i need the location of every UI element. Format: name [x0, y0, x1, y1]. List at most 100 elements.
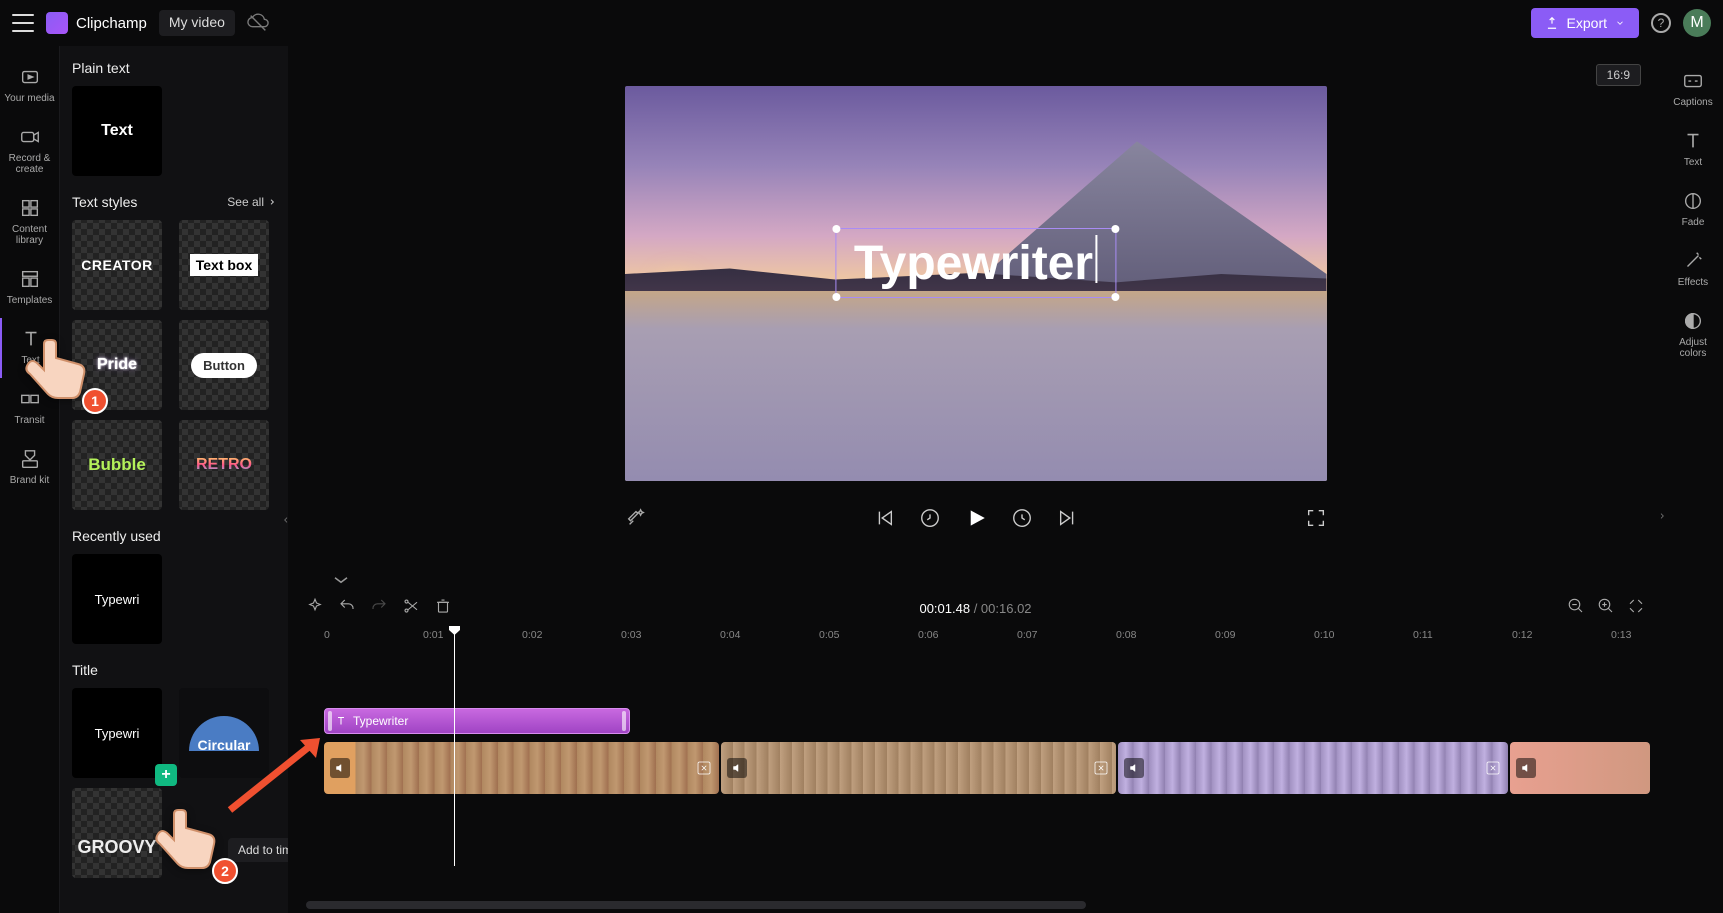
- style-pride-thumb[interactable]: Pride: [72, 320, 162, 410]
- clip-end-icon: [695, 759, 713, 777]
- collapse-preview-icon[interactable]: [332, 572, 350, 590]
- playhead-icon[interactable]: [454, 626, 455, 866]
- plain-text-heading: Plain text: [72, 60, 276, 76]
- zoom-out-icon[interactable]: [1567, 597, 1585, 620]
- audio-icon[interactable]: [727, 758, 747, 778]
- style-button-thumb[interactable]: Button: [179, 320, 269, 410]
- timeline-ruler[interactable]: 00:010:020:030:040:050:060:070:080:090:1…: [324, 626, 1663, 648]
- text-clip[interactable]: Typewriter: [324, 708, 630, 734]
- clip-handle-icon[interactable]: [328, 711, 332, 731]
- rail-adjust-colors[interactable]: Adjust colors: [1663, 300, 1723, 371]
- see-all-link[interactable]: See all: [227, 195, 276, 209]
- skip-forward-icon[interactable]: [1057, 507, 1079, 534]
- title-heading: Title: [72, 662, 276, 678]
- clip-handle-icon[interactable]: [622, 711, 626, 731]
- style-bubble-thumb[interactable]: Bubble: [72, 420, 162, 510]
- center-column: 16:9 Typewriter: [288, 46, 1663, 913]
- app-header: Clipchamp My video Export ? M: [0, 0, 1723, 46]
- help-icon[interactable]: ?: [1651, 13, 1671, 33]
- video-clip[interactable]: [1118, 742, 1508, 794]
- title-groovy-thumb[interactable]: GROOVY: [72, 788, 162, 878]
- style-textbox-thumb[interactable]: Text box: [179, 220, 269, 310]
- ruler-tick: 0:09: [1215, 629, 1235, 641]
- auto-enhance-icon[interactable]: [306, 597, 324, 620]
- zoom-in-icon[interactable]: [1597, 597, 1615, 620]
- forward-icon[interactable]: [1011, 507, 1033, 534]
- fullscreen-icon[interactable]: [1305, 507, 1327, 534]
- audio-icon[interactable]: [1516, 758, 1536, 778]
- text-styles-heading: Text styles: [72, 194, 137, 210]
- collapse-panel-left-icon[interactable]: [279, 506, 288, 534]
- brand-name: Clipchamp: [76, 15, 147, 32]
- add-to-timeline-icon[interactable]: +: [155, 764, 177, 786]
- rail-fade[interactable]: Fade: [1663, 180, 1723, 240]
- zoom-fit-icon[interactable]: [1627, 597, 1645, 620]
- rail-effects[interactable]: Effects: [1663, 240, 1723, 300]
- left-rail: Your media Record & create Content libra…: [0, 46, 60, 913]
- video-clip[interactable]: [324, 742, 719, 794]
- timeline-timestamp: 00:01.48 / 00:16.02: [919, 601, 1031, 616]
- text-selection-box[interactable]: Typewriter: [835, 228, 1116, 298]
- sync-off-icon[interactable]: [247, 12, 269, 34]
- timeline[interactable]: 00:010:020:030:040:050:060:070:080:090:1…: [288, 626, 1663, 913]
- ruler-tick: 0:10: [1314, 629, 1334, 641]
- ruler-tick: 0:02: [522, 629, 542, 641]
- plain-text-thumb[interactable]: Text: [72, 86, 162, 176]
- export-button[interactable]: Export: [1531, 8, 1639, 38]
- ruler-tick: 0:06: [918, 629, 938, 641]
- ruler-tick: 0:05: [819, 629, 839, 641]
- audio-icon[interactable]: [1124, 758, 1144, 778]
- overlay-text: Typewriter: [854, 237, 1093, 290]
- undo-icon[interactable]: [338, 597, 356, 620]
- ruler-tick: 0:12: [1512, 629, 1532, 641]
- ruler-tick: 0:08: [1116, 629, 1136, 641]
- rail-record-create[interactable]: Record & create: [0, 116, 59, 187]
- clipchamp-logo-icon: [46, 12, 68, 34]
- brand-block[interactable]: Clipchamp: [46, 12, 147, 34]
- timeline-toolbar: 00:01.48 / 00:16.02: [288, 590, 1663, 626]
- rail-content-library[interactable]: Content library: [0, 187, 59, 258]
- clip-end-icon: [1092, 759, 1110, 777]
- rail-text[interactable]: Text: [0, 318, 59, 378]
- recently-used-heading: Recently used: [72, 528, 276, 544]
- video-clip[interactable]: [721, 742, 1116, 794]
- ruler-tick: 0:11: [1413, 629, 1433, 641]
- rail-text-props[interactable]: Text: [1663, 120, 1723, 180]
- split-icon[interactable]: [402, 597, 420, 620]
- collapse-panel-right-icon[interactable]: [1655, 502, 1669, 530]
- magic-edit-icon[interactable]: [625, 507, 647, 534]
- annotation-arrow: [220, 730, 340, 825]
- project-name-input[interactable]: My video: [159, 10, 235, 36]
- right-rail: Captions Text Fade Effects Adjust colors: [1663, 46, 1723, 913]
- style-retro-thumb[interactable]: RETRO: [179, 420, 269, 510]
- video-canvas[interactable]: Typewriter: [625, 86, 1327, 481]
- style-creator-thumb[interactable]: CREATOR: [72, 220, 162, 310]
- rail-your-media[interactable]: Your media: [0, 56, 59, 116]
- play-button-icon[interactable]: [965, 507, 987, 534]
- ruler-tick: 0: [324, 629, 330, 641]
- video-track: [324, 742, 1663, 794]
- rail-captions[interactable]: Captions: [1663, 60, 1723, 120]
- user-avatar[interactable]: M: [1683, 9, 1711, 37]
- hamburger-menu-icon[interactable]: [12, 14, 34, 32]
- ruler-tick: 0:07: [1017, 629, 1037, 641]
- rail-templates[interactable]: Templates: [0, 258, 59, 318]
- ruler-tick: 0:03: [621, 629, 641, 641]
- ruler-tick: 0:13: [1611, 629, 1631, 641]
- skip-back-icon[interactable]: [873, 507, 895, 534]
- rail-brand-kit[interactable]: Brand kit: [0, 438, 59, 498]
- recent-typewriter-thumb[interactable]: Typewri: [72, 554, 162, 644]
- resize-handle-icon[interactable]: [832, 225, 840, 233]
- horizontal-scrollbar[interactable]: [306, 901, 1086, 909]
- title-typewriter-thumb[interactable]: Typewri: [72, 688, 162, 778]
- resize-handle-icon[interactable]: [832, 293, 840, 301]
- clip-end-icon: [1484, 759, 1502, 777]
- ruler-tick: 0:01: [423, 629, 443, 641]
- video-clip[interactable]: [1510, 742, 1650, 794]
- rail-transitions[interactable]: Transit: [0, 378, 59, 438]
- redo-icon[interactable]: [370, 597, 388, 620]
- add-to-timeline-tooltip: Add to timeline: [228, 838, 288, 862]
- rewind-icon[interactable]: [919, 507, 941, 534]
- player-controls: [625, 507, 1327, 534]
- delete-icon[interactable]: [434, 597, 452, 620]
